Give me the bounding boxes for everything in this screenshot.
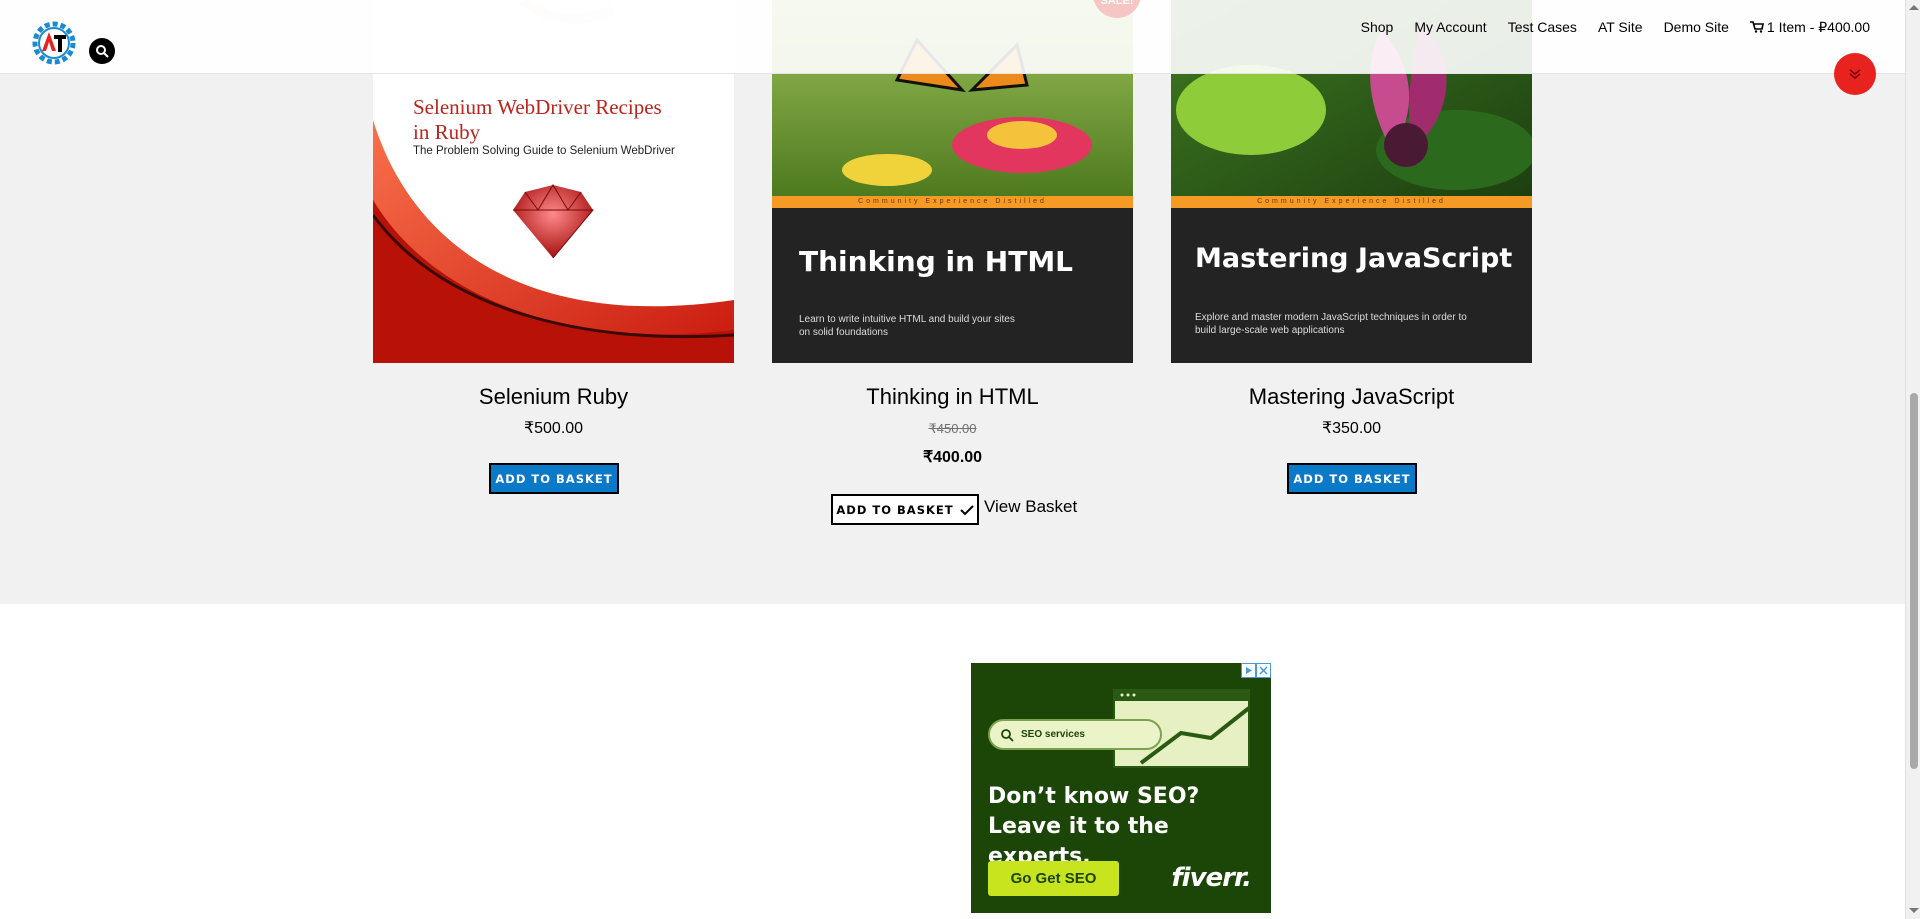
scroll-down-arrow[interactable] [1909, 908, 1919, 913]
cover-subtitle: The Problem Solving Guide to Selenium We… [413, 145, 675, 157]
cover-heading-line2: in Ruby [413, 120, 481, 144]
product-price: ₹350.00 [1321, 420, 1382, 437]
cover-tagline: Learn to write intuitive HTML and build … [799, 313, 1015, 339]
ad-search-text: SEO services [1021, 729, 1085, 740]
ad-headline-line1: Don’t know SEO? [988, 784, 1200, 809]
cover-heading-line1: Selenium WebDriver Recipes [413, 95, 662, 119]
nav-demo-site[interactable]: Demo Site [1664, 19, 1729, 35]
cover-tagline-line1: Learn to write intuitive HTML and build … [799, 314, 1015, 325]
scroll-toggle-button[interactable] [1834, 53, 1876, 95]
scroll-up-arrow[interactable] [1909, 5, 1919, 10]
nav-my-account[interactable]: My Account [1414, 19, 1486, 35]
cover-heading: Mastering JavaScript [1195, 243, 1513, 274]
ad-search-box: SEO services [988, 719, 1162, 750]
product-title[interactable]: Selenium Ruby [373, 384, 734, 410]
cover-heading: Selenium WebDriver Recipes in Ruby [413, 95, 733, 145]
add-to-basket-button[interactable]: ADD TO BASKET [831, 494, 979, 525]
main-nav: Shop My Account Test Cases AT Site Demo … [1361, 19, 1870, 35]
cover-band-text: Community Experience Distilled [858, 198, 1047, 205]
site-logo[interactable] [29, 18, 79, 68]
check-icon [959, 504, 974, 515]
nav-test-cases[interactable]: Test Cases [1508, 19, 1577, 35]
cover-heading: Thinking in HTML [799, 245, 1074, 278]
site-header: Shop My Account Test Cases AT Site Demo … [0, 0, 1905, 74]
cart-summary: 1 Item - ₽400.00 [1766, 19, 1870, 35]
search-button[interactable] [89, 38, 115, 64]
ad-illustration [1113, 689, 1251, 768]
cover-tagline: Explore and master modern JavaScript tec… [1195, 311, 1467, 337]
cart-icon [1749, 21, 1764, 33]
ad-brand-logo: fiverr. [1171, 863, 1252, 893]
scroll-thumb[interactable] [1910, 393, 1918, 769]
page-scrollbar[interactable] [1905, 0, 1920, 919]
view-basket-link[interactable]: View Basket [984, 497, 1077, 517]
cover-band-text: Community Experience Distilled [1257, 198, 1446, 205]
search-icon [1001, 728, 1014, 742]
gear-logo-icon [32, 21, 76, 65]
ad-headline: Don’t know SEO? Leave it to the experts. [988, 782, 1271, 872]
cover-tagline-line1: Explore and master modern JavaScript tec… [1195, 312, 1467, 323]
product-title[interactable]: Thinking in HTML [772, 384, 1133, 410]
advertisement-banner[interactable]: SEO services Don’t know SEO? Leave it to… [971, 663, 1271, 913]
cover-tagline-line2: build large-scale web applications [1195, 325, 1345, 336]
nav-cart[interactable]: 1 Item - ₽400.00 [1749, 19, 1870, 35]
product-price: ₹500.00 [523, 420, 584, 437]
ad-cta-button[interactable]: Go Get SEO [988, 861, 1119, 896]
add-to-basket-button[interactable]: ADD TO BASKET [489, 463, 619, 494]
search-icon [96, 45, 109, 58]
product-grid-section: Selenium WebDriver Recipes in Ruby The P… [0, 0, 1905, 604]
product-sale-price: ₹400.00 [922, 449, 983, 466]
cover-tagline-line2: on solid foundations [799, 327, 888, 338]
product-title[interactable]: Mastering JavaScript [1171, 384, 1532, 410]
nav-at-site[interactable]: AT Site [1598, 19, 1643, 35]
add-to-basket-button[interactable]: ADD TO BASKET [1287, 463, 1417, 494]
chevron-double-down-icon [1849, 69, 1861, 79]
nav-shop[interactable]: Shop [1361, 19, 1394, 35]
add-to-basket-label: ADD TO BASKET [836, 502, 954, 517]
product-old-price: ₹450.00 [928, 421, 977, 436]
